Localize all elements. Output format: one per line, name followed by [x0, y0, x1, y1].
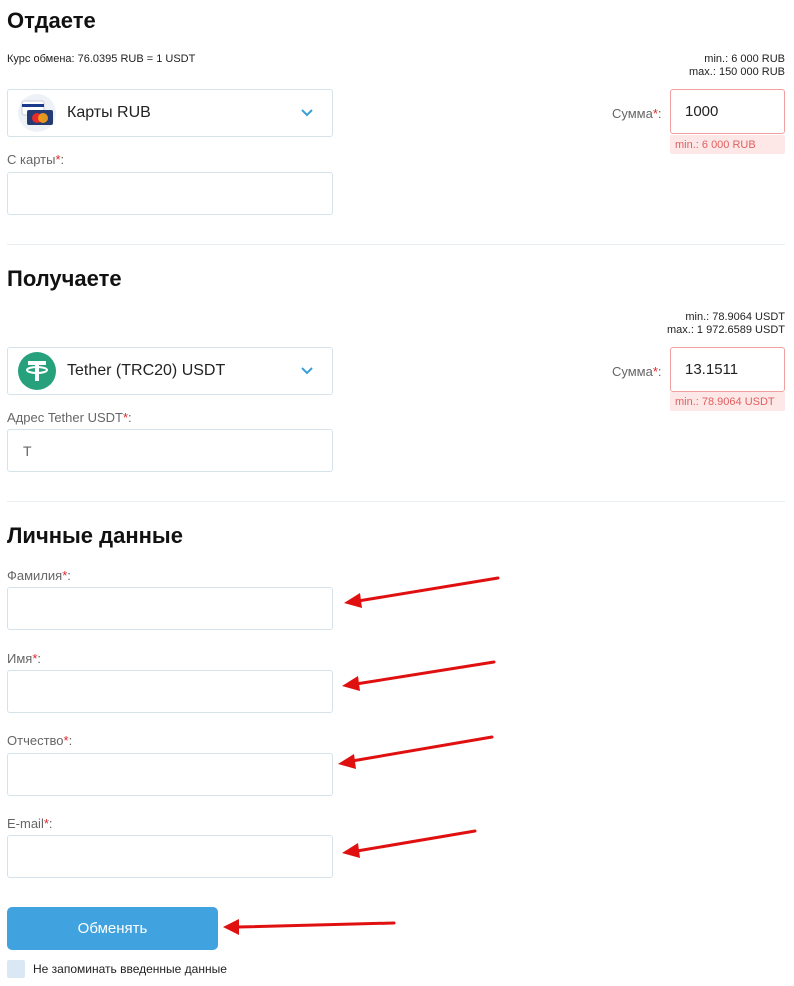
- annotation-arrows: [223, 576, 500, 935]
